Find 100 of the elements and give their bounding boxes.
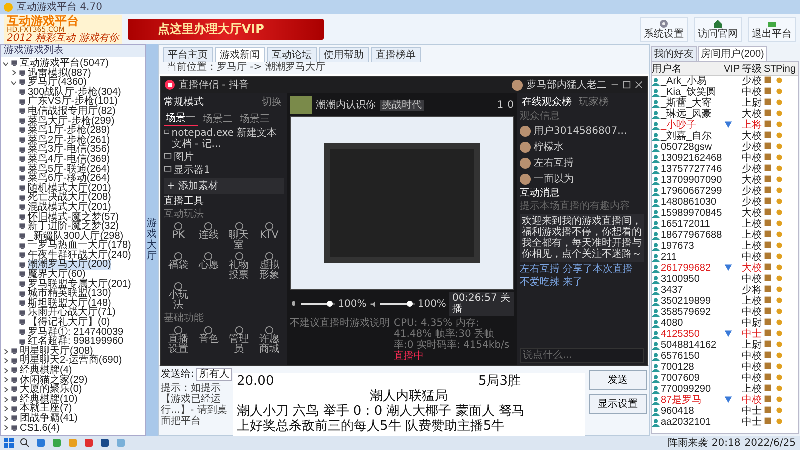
tree-item[interactable]: 团战争霸(41) (3, 414, 145, 424)
tab[interactable]: 我的好友 (651, 46, 697, 61)
tree-item[interactable]: CS1.6(4) (3, 424, 145, 434)
tree-item[interactable]: 经典棋牌(4) (3, 366, 145, 376)
scene-tab[interactable]: 场景二 (201, 112, 235, 126)
tree-item[interactable]: 电信战报专用厅(82) (19, 106, 145, 117)
tab[interactable]: 在线观众榜 (520, 95, 574, 109)
app-title: 直播伴侣 - 抖音 (179, 80, 249, 90)
search-icon (20, 438, 30, 448)
tab[interactable]: 互动论坛 (267, 47, 317, 62)
tool-button[interactable]: 小玩法 (164, 282, 194, 311)
tree-item[interactable]: 迅雷模拟(887) (11, 68, 145, 78)
tree-item[interactable]: 广东VS厅-步枪(101) (19, 97, 145, 107)
tree-item[interactable]: 菜鸟4厅-电信(369) (19, 154, 145, 165)
tab[interactable]: 平台主页 (163, 47, 213, 62)
user-name: 700128 (661, 362, 694, 373)
user-name: 18677967688 (661, 230, 722, 241)
slider-thumb[interactable] (406, 301, 413, 307)
room-icon (19, 204, 26, 212)
tree-item[interactable]: 斯坦联盟大厅(148) (19, 298, 145, 308)
tool-icon (174, 222, 184, 231)
end-live-button[interactable]: 00:26:57 关播 (449, 292, 514, 316)
chat-button[interactable]: 发送 (589, 370, 647, 390)
tool-button[interactable]: 福袋 (164, 252, 194, 281)
header-button[interactable]: 访问官网 (694, 16, 742, 42)
tree-item[interactable]: 罗马群①: 214740039 (19, 328, 145, 338)
tree-item[interactable]: 菜鸟1厅-步枪(289) (19, 126, 145, 136)
tool-button[interactable]: 直播设置 (164, 326, 194, 355)
tree-item[interactable]: 休闲猫之家(29) (3, 376, 145, 386)
tree-item[interactable]: _新疆队300人厅(298) (19, 232, 145, 242)
tool-button[interactable]: 礼物投票 (224, 252, 254, 281)
chat-button[interactable]: 显示设置 (589, 394, 647, 414)
header-button[interactable]: 系统设置 (640, 16, 688, 42)
tree-item[interactable]: 魔界大厅(60) (19, 270, 145, 280)
slider-thumb[interactable] (326, 301, 333, 307)
tree-item[interactable]: 新丁进阶-魔之梦(32) (19, 222, 145, 232)
tree-item[interactable]: 红名超群: 998199960 (19, 337, 145, 347)
tree-item[interactable]: 怀旧模式-魔之梦(57) (19, 212, 145, 222)
speaker-icon (370, 300, 378, 308)
tab[interactable]: 游戏新闻 (215, 47, 265, 62)
room-icon (19, 262, 26, 269)
tool-button[interactable]: 心愿 (194, 252, 224, 281)
tab[interactable]: 玩家榜 (577, 95, 611, 109)
scene-tab[interactable]: 场景一 (164, 111, 198, 126)
user-name: 4080 (661, 318, 684, 329)
tab[interactable]: 直播榜单 (371, 47, 421, 62)
rank-text: 少校 (742, 76, 763, 87)
user-icon (652, 110, 660, 118)
tab[interactable]: 房间用户(200) (698, 46, 768, 61)
add-source-button[interactable]: + 添加素材 (164, 178, 284, 194)
tool-button[interactable]: 音色 (194, 326, 224, 355)
tree-item[interactable]: 菜鸟6厅-移动(264) (19, 174, 145, 184)
tree-item[interactable]: 混战模式大厅(201) (19, 202, 145, 212)
vip-banner[interactable]: 点这里办理大厅VIP (128, 18, 324, 40)
tool-button[interactable]: PK (164, 222, 194, 251)
logo-text: 互动游戏平台 (7, 14, 79, 26)
rank-text: 中士 (742, 417, 763, 428)
tool-button[interactable]: 聊天室 (224, 222, 254, 251)
tree-item[interactable]: 经典棋牌(10) (3, 394, 145, 404)
tree-item[interactable]: 菜鸟5厅-联通(264) (19, 164, 145, 174)
tree-item[interactable]: 本就王座(7) (3, 404, 145, 414)
user-name: _琳远_风豪 (661, 109, 712, 120)
tree-item[interactable]: 菜鸟大厅-步枪(299) (19, 116, 145, 126)
tree-item[interactable]: 一罗马热血一大厅(178) (19, 241, 145, 251)
side-tab[interactable]: 游戏大厅 (146, 44, 158, 436)
tool-button[interactable]: 连线 (194, 222, 224, 251)
tree-item[interactable]: 随机模式大厅(201) (19, 184, 145, 194)
tree-item[interactable]: 罗马联盟专属大厅(201) (19, 280, 145, 290)
tree-item[interactable]: 罗马厅(4360) (11, 78, 145, 88)
tree-item[interactable]: 城市精英联盟(130) (19, 289, 145, 299)
scene-tab[interactable]: 场景三 (238, 112, 272, 126)
message-input[interactable]: 说点什么... (520, 348, 644, 363)
tool-button[interactable]: 许愿商城 (254, 326, 284, 355)
tool-button[interactable]: KTV (254, 222, 284, 251)
viewer-name: 一面以为 (534, 174, 574, 184)
header-button[interactable]: 退出平台 (748, 16, 796, 42)
tool-button[interactable]: 管理员 (224, 326, 254, 355)
switch-button[interactable]: 切换 (260, 95, 284, 109)
room-icon (19, 319, 26, 326)
rank-text: 中校 (742, 362, 763, 373)
teams-text: 潮人小刀 六鸟 举手 0 : 0 潮人大椰子 蒙面人 驽马 (237, 404, 526, 419)
user-name: _斯蕾_大寄 (661, 98, 712, 109)
room-icon (11, 386, 18, 394)
rank-text: 中校 (742, 373, 763, 384)
tool-button[interactable]: 虚拟形象 (254, 252, 284, 281)
source-item[interactable]: notepad.exe 新建文本文档 - 记... (172, 128, 284, 150)
tree-item[interactable]: 明星聊天2-运营商(690) (3, 356, 145, 366)
source-item[interactable]: 图片 (174, 152, 194, 163)
source-item[interactable]: 显示器1 (174, 165, 210, 176)
tree-item[interactable]: 300战队厅-步枪(304) (19, 88, 145, 98)
recipient-dropdown[interactable]: 所有人 (196, 368, 232, 381)
tab[interactable]: 使用帮助 (319, 47, 369, 62)
column-header: 等级 (742, 62, 763, 76)
tree-item[interactable]: 死亡决战大厅(208) (19, 193, 145, 203)
tree-item[interactable]: 菜鸟2厅-步枪(261) (19, 136, 145, 146)
tree-item[interactable]: 大厦的聚乐(0) (3, 385, 145, 395)
tree-item[interactable]: 互动游戏平台(5047) (3, 59, 145, 69)
tree-item[interactable]: 【得记礼大厅】(0) (19, 318, 145, 328)
tree-item[interactable]: 午夜牛群狂战大厅(240) (19, 250, 145, 260)
tree-item[interactable]: 菜鸟3厅-电信(356) (19, 145, 145, 155)
